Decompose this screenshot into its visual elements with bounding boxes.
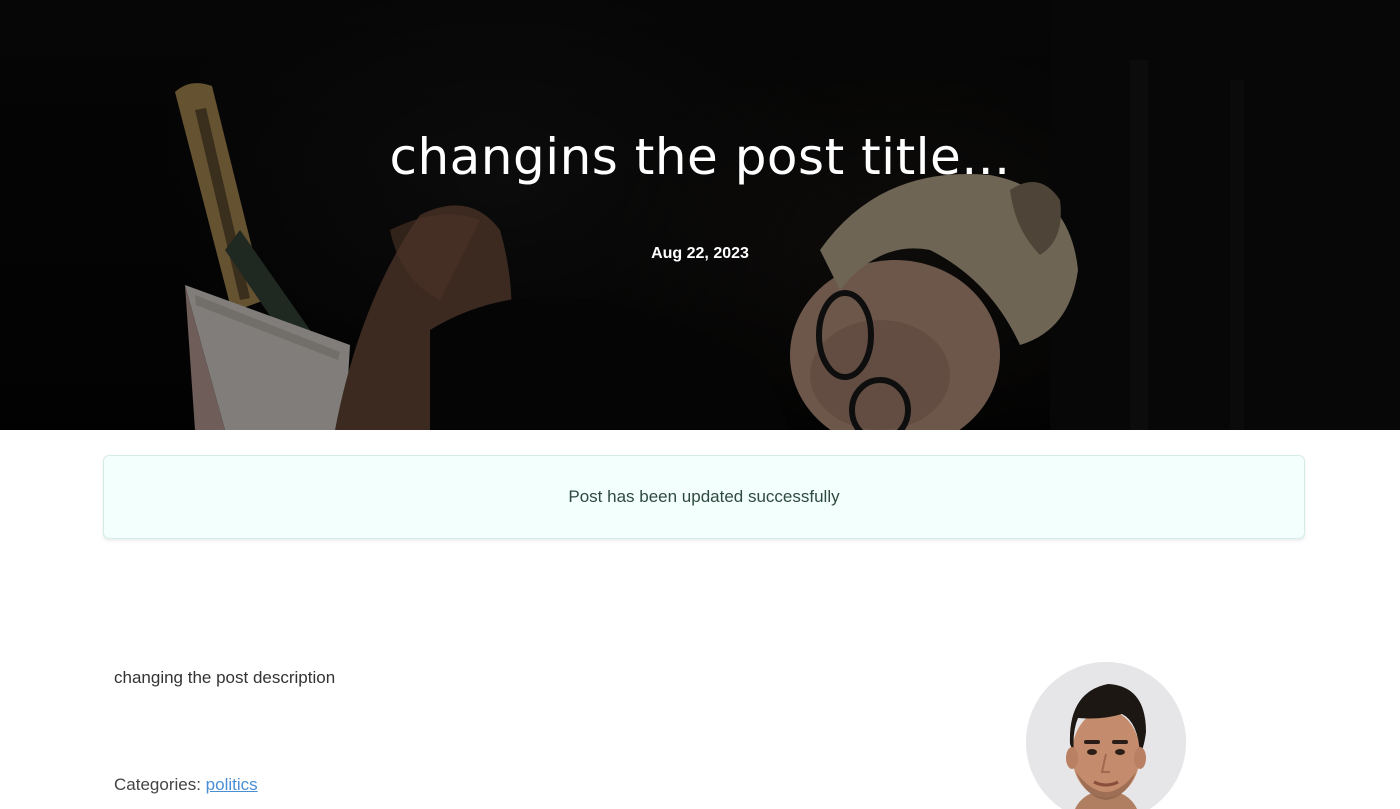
post-description-text: changing the post description	[114, 668, 336, 687]
post-categories: Categories: politics	[114, 775, 258, 795]
category-link-politics[interactable]: politics	[206, 775, 258, 794]
success-alert-message: Post has been updated successfully	[568, 487, 840, 506]
post-date: Aug 22, 2023	[651, 245, 749, 262]
post-hero-banner: changins the post title... Aug 22, 2023	[0, 0, 1400, 430]
post-description: changing the post description	[114, 668, 335, 688]
success-alert: Post has been updated successfully	[103, 455, 1305, 539]
author-avatar	[1026, 662, 1186, 809]
author-portrait-image	[1026, 662, 1186, 809]
post-title: changins the post title...	[389, 128, 1011, 186]
categories-label: Categories:	[114, 775, 201, 794]
hero-background-image	[0, 0, 1400, 430]
post-page: changins the post title... Aug 22, 2023 …	[0, 0, 1400, 809]
